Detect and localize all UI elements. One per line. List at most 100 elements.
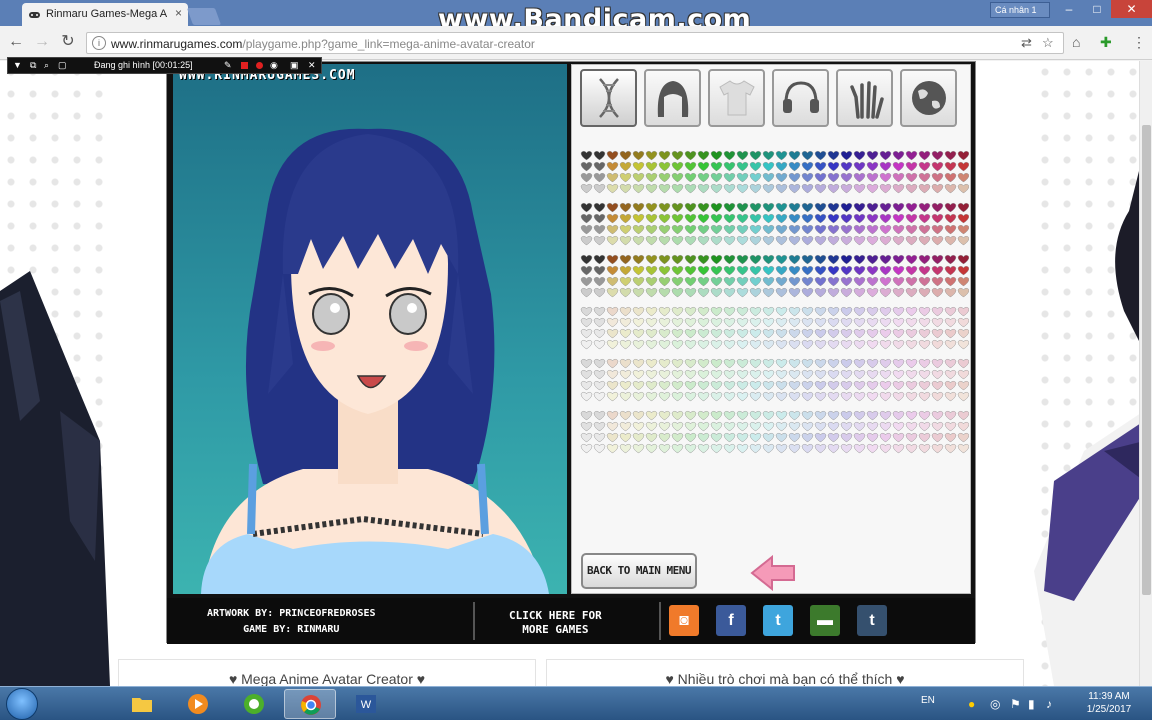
color-swatch[interactable] — [593, 162, 606, 172]
color-swatch[interactable] — [710, 433, 723, 443]
color-swatch[interactable] — [710, 255, 723, 265]
color-swatch[interactable] — [580, 288, 593, 298]
color-swatch[interactable] — [580, 329, 593, 339]
color-swatch[interactable] — [918, 381, 931, 391]
color-swatch[interactable] — [944, 214, 957, 224]
color-swatch[interactable] — [580, 411, 593, 421]
color-swatch[interactable] — [606, 359, 619, 369]
color-swatch[interactable] — [905, 381, 918, 391]
color-swatch[interactable] — [944, 307, 957, 317]
color-swatch[interactable] — [645, 214, 658, 224]
color-swatch[interactable] — [931, 236, 944, 246]
color-swatch[interactable] — [814, 307, 827, 317]
color-swatch[interactable] — [658, 318, 671, 328]
back-arrow-icon[interactable]: ← — [6, 32, 26, 52]
color-swatch[interactable] — [840, 433, 853, 443]
color-swatch[interactable] — [645, 173, 658, 183]
color-swatch-grid[interactable] — [577, 145, 969, 545]
color-swatch[interactable] — [866, 255, 879, 265]
color-swatch[interactable] — [918, 151, 931, 161]
color-swatch[interactable] — [593, 151, 606, 161]
color-swatch[interactable] — [801, 162, 814, 172]
camera-share-icon[interactable]: ◙ — [669, 605, 699, 636]
color-swatch[interactable] — [775, 359, 788, 369]
color-swatch[interactable] — [619, 184, 632, 194]
info-icon[interactable]: i — [92, 36, 106, 50]
color-swatch[interactable] — [736, 151, 749, 161]
color-swatch[interactable] — [957, 318, 969, 328]
color-swatch[interactable] — [645, 203, 658, 213]
color-swatch[interactable] — [749, 151, 762, 161]
color-swatch[interactable] — [645, 359, 658, 369]
color-swatch[interactable] — [918, 288, 931, 298]
color-swatch[interactable] — [736, 381, 749, 391]
color-swatch[interactable] — [645, 444, 658, 454]
color-swatch[interactable] — [931, 359, 944, 369]
color-swatch[interactable] — [775, 422, 788, 432]
hair-category-button[interactable] — [644, 69, 701, 127]
color-swatch[interactable] — [879, 162, 892, 172]
color-swatch[interactable] — [866, 266, 879, 276]
color-swatch[interactable] — [671, 255, 684, 265]
color-swatch[interactable] — [671, 266, 684, 276]
color-swatch[interactable] — [957, 236, 969, 246]
color-swatch[interactable] — [723, 236, 736, 246]
color-swatch[interactable] — [736, 359, 749, 369]
color-swatch[interactable] — [957, 433, 969, 443]
color-swatch[interactable] — [606, 329, 619, 339]
color-swatch[interactable] — [619, 392, 632, 402]
color-swatch[interactable] — [905, 359, 918, 369]
color-swatch[interactable] — [606, 411, 619, 421]
color-swatch[interactable] — [645, 433, 658, 443]
color-swatch[interactable] — [775, 381, 788, 391]
pose-category-button[interactable] — [836, 69, 893, 127]
color-swatch[interactable] — [684, 277, 697, 287]
color-swatch[interactable] — [892, 433, 905, 443]
color-swatch[interactable] — [905, 214, 918, 224]
color-swatch[interactable] — [684, 444, 697, 454]
color-swatch[interactable] — [723, 184, 736, 194]
color-swatch[interactable] — [671, 214, 684, 224]
color-swatch[interactable] — [580, 444, 593, 454]
color-swatch[interactable] — [736, 203, 749, 213]
color-swatch[interactable] — [658, 288, 671, 298]
color-swatch[interactable] — [853, 392, 866, 402]
color-swatch[interactable] — [879, 329, 892, 339]
color-swatch[interactable] — [892, 184, 905, 194]
green-share-icon[interactable]: ▬ — [810, 605, 840, 636]
color-swatch[interactable] — [866, 318, 879, 328]
color-swatch[interactable] — [684, 318, 697, 328]
color-swatch[interactable] — [684, 392, 697, 402]
camera-icon[interactable]: ▣ — [290, 60, 299, 71]
color-swatch[interactable] — [840, 236, 853, 246]
color-swatch[interactable] — [606, 277, 619, 287]
color-swatch[interactable] — [671, 329, 684, 339]
color-swatch[interactable] — [632, 370, 645, 380]
color-swatch[interactable] — [645, 422, 658, 432]
color-swatch[interactable] — [801, 255, 814, 265]
color-swatch[interactable] — [736, 318, 749, 328]
color-swatch[interactable] — [606, 392, 619, 402]
color-swatch[interactable] — [671, 162, 684, 172]
color-swatch[interactable] — [632, 359, 645, 369]
color-swatch[interactable] — [710, 329, 723, 339]
color-swatch[interactable] — [879, 277, 892, 287]
color-swatch[interactable] — [931, 277, 944, 287]
color-swatch[interactable] — [749, 307, 762, 317]
color-swatch[interactable] — [762, 288, 775, 298]
color-swatch[interactable] — [697, 214, 710, 224]
color-swatch[interactable] — [697, 433, 710, 443]
color-swatch[interactable] — [697, 444, 710, 454]
color-swatch[interactable] — [736, 422, 749, 432]
color-swatch[interactable] — [736, 214, 749, 224]
color-swatch[interactable] — [892, 411, 905, 421]
chrome-taskbar-item[interactable] — [284, 689, 336, 719]
color-swatch[interactable] — [593, 433, 606, 443]
color-swatch[interactable] — [723, 277, 736, 287]
color-swatch[interactable] — [749, 340, 762, 350]
color-swatch[interactable] — [775, 340, 788, 350]
color-swatch[interactable] — [801, 184, 814, 194]
color-swatch[interactable] — [658, 359, 671, 369]
color-swatch[interactable] — [840, 318, 853, 328]
tray-app-icon[interactable]: ● — [968, 697, 975, 711]
